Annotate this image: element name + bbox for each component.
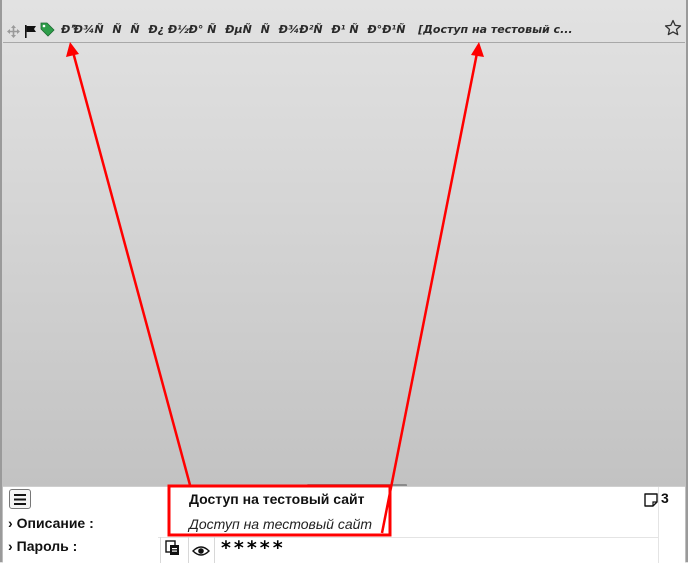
chevron-right-icon: › bbox=[8, 515, 13, 531]
tag-icon[interactable] bbox=[40, 22, 55, 37]
flag-icon[interactable] bbox=[24, 23, 37, 38]
note-icon[interactable] bbox=[644, 492, 658, 507]
password-value: ***** bbox=[221, 537, 286, 559]
window-left-edge bbox=[0, 0, 2, 562]
arrow-line-right bbox=[380, 52, 479, 534]
menu-button[interactable] bbox=[9, 489, 31, 509]
hamburger-icon bbox=[14, 493, 26, 505]
move-icon[interactable] bbox=[7, 23, 20, 38]
star-icon[interactable] bbox=[664, 19, 682, 37]
annotation-overlay bbox=[66, 42, 484, 537]
entry-header-bar: ÐÐ¾ÑÑÑÐ¿ Ð½Ð° ÑÐµÑÑÐ¾Ð²ÑÐ¹ ÑÐ°Ð… bbox=[3, 18, 685, 43]
description-value: Доступ на тестовый сайт bbox=[189, 516, 373, 532]
arrow-line-left bbox=[71, 51, 192, 486]
arrow-head-right bbox=[471, 42, 484, 57]
cell-divider bbox=[188, 537, 189, 563]
description-row-label[interactable]: › Описание : bbox=[8, 515, 94, 531]
chevron-right-icon: › bbox=[8, 538, 13, 554]
entry-header-title: ÐÐ¾ÑÑÑÐ¿ Ð½Ð° ÑÐµÑÑÐ¾Ð²ÑÐ¹ ÑÐ°Ð… bbox=[61, 23, 573, 36]
password-row-label[interactable]: › Пароль : bbox=[8, 538, 77, 554]
cell-divider bbox=[160, 537, 161, 563]
eye-icon[interactable] bbox=[192, 542, 210, 556]
entry-detail-panel: Доступ на тестовый сайт 3 › Описание : До… bbox=[3, 486, 685, 563]
description-label-text: Описание : bbox=[16, 515, 94, 531]
note-count: 3 bbox=[661, 490, 669, 506]
cell-divider bbox=[214, 537, 215, 563]
column-divider bbox=[658, 487, 659, 563]
copy-icon[interactable] bbox=[165, 540, 181, 556]
password-label-text: Пароль : bbox=[16, 538, 78, 554]
entry-title: Доступ на тестовый сайт bbox=[189, 491, 365, 507]
arrow-head-left bbox=[66, 42, 79, 57]
